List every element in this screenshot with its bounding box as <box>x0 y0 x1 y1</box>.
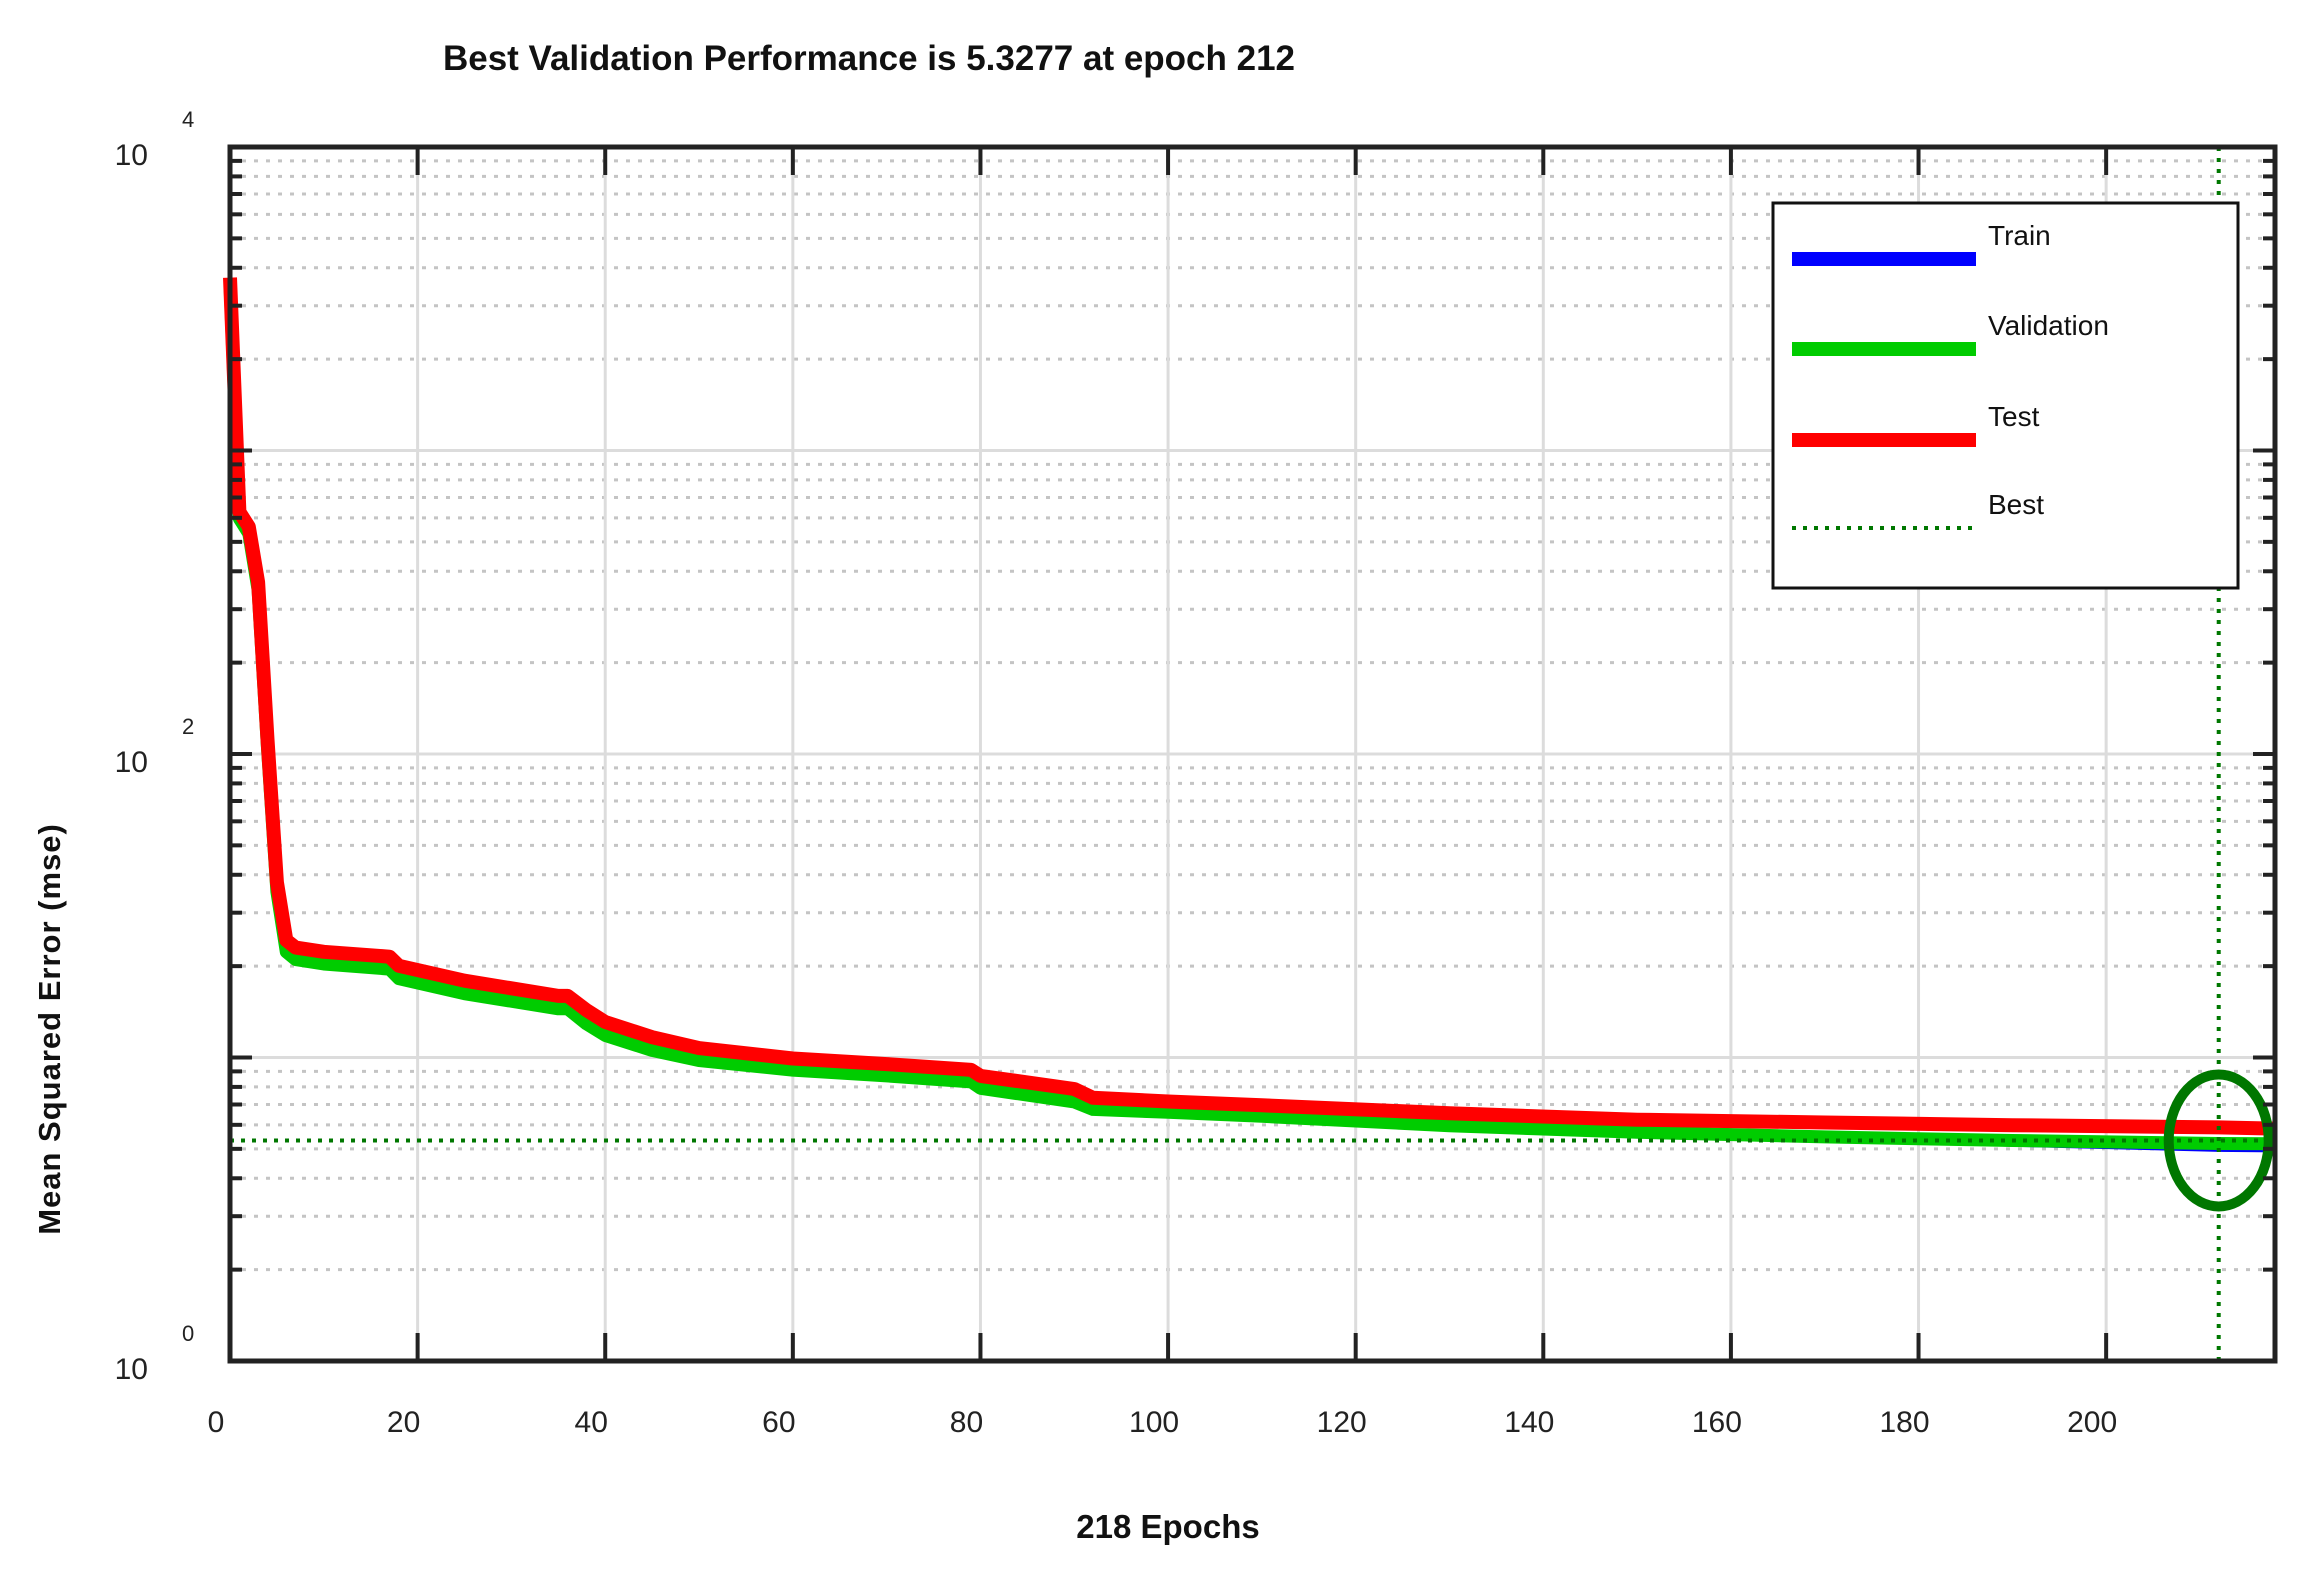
x-tick-label: 20 <box>387 1406 420 1439</box>
y-tick-label-base: 10 <box>115 139 148 172</box>
x-axis-label: 218 Epochs <box>1076 1508 1259 1545</box>
legend: Train Validation Test Best <box>1771 201 2240 590</box>
x-tick-label: 60 <box>762 1406 795 1439</box>
x-tick-label: 0 <box>208 1406 225 1439</box>
y-tick-label-exponent: 0 <box>182 1321 194 1346</box>
x-tick-label: 160 <box>1692 1406 1742 1439</box>
x-tick-label: 80 <box>950 1406 983 1439</box>
legend-label-train: Train <box>1988 220 2051 251</box>
y-tick-label-exponent: 4 <box>182 107 194 132</box>
chart-title: Best Validation Performance is 5.3277 at… <box>443 39 1295 78</box>
legend-label-best: Best <box>1988 489 2044 520</box>
x-tick-label: 120 <box>1317 1406 1367 1439</box>
y-tick-label-base: 10 <box>115 1353 148 1386</box>
y-axis-label: Mean Squared Error (mse) <box>32 823 67 1235</box>
y-tick-label-base: 10 <box>115 746 148 779</box>
y-tick-label-exponent: 2 <box>182 714 194 739</box>
legend-label-test: Test <box>1988 401 2040 432</box>
x-tick-label: 200 <box>2067 1406 2117 1439</box>
performance-chart: Best Validation Performance is 5.3277 at… <box>32 39 2278 1545</box>
x-tick-label: 140 <box>1504 1406 1554 1439</box>
x-tick-label: 40 <box>575 1406 608 1439</box>
x-tick-label: 180 <box>1880 1406 1930 1439</box>
legend-label-validation: Validation <box>1988 310 2109 341</box>
x-tick-label: 100 <box>1129 1406 1179 1439</box>
